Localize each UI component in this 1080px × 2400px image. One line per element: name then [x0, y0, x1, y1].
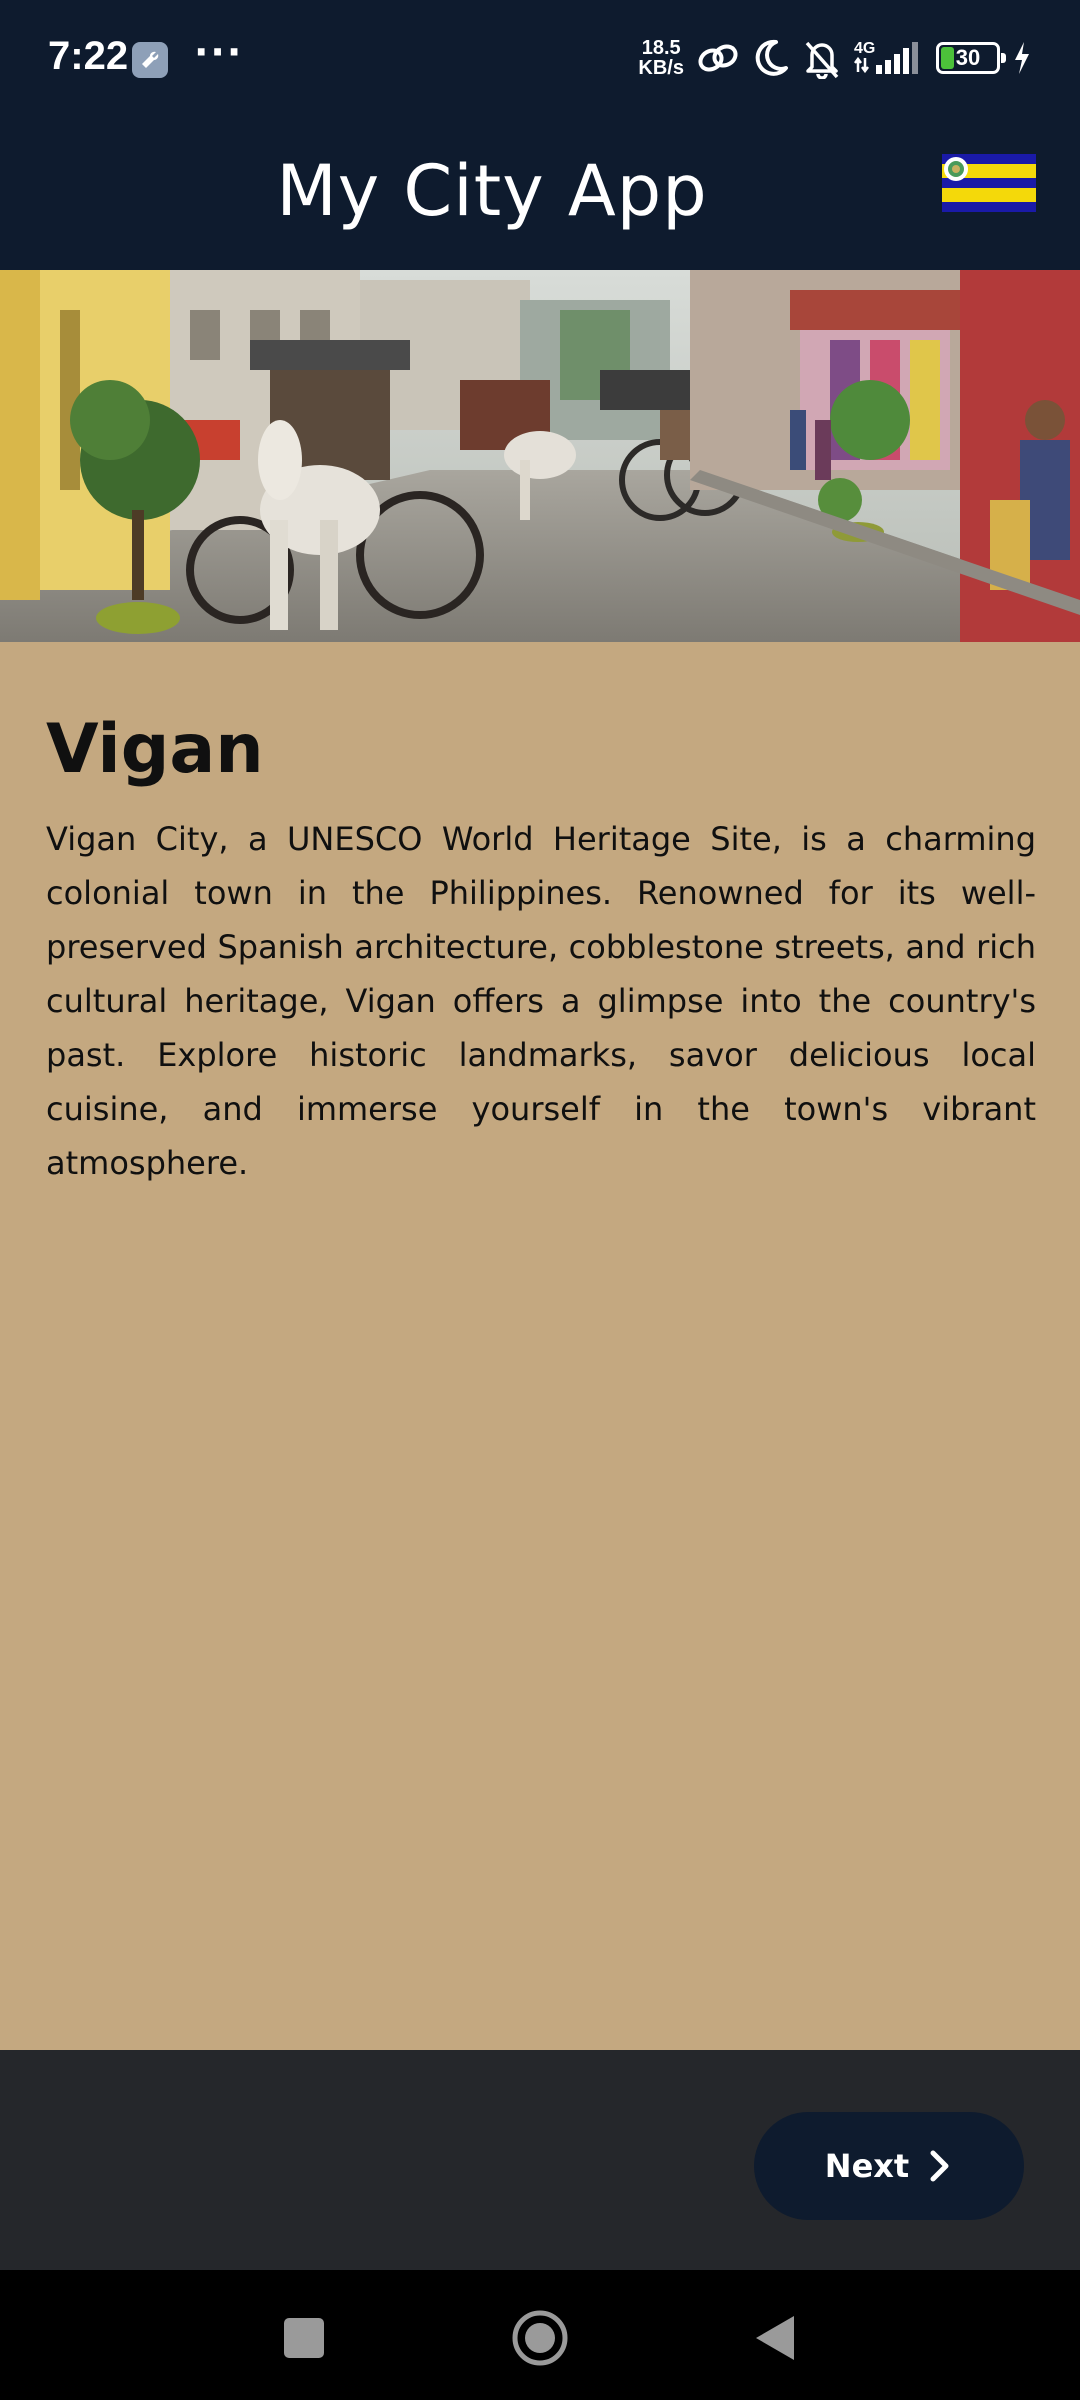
city-name: Vigan: [46, 710, 264, 789]
vigan-street-photo: [0, 270, 1080, 642]
back-triangle-icon[interactable]: [744, 2306, 808, 2370]
battery-icon: 30: [936, 42, 1006, 74]
charging-bolt-icon: [1015, 42, 1029, 74]
battery-level: 30: [955, 45, 981, 70]
status-icons: 18.5 KB/s 4G 30: [638, 36, 1032, 80]
recents-square-icon[interactable]: [272, 2306, 336, 2370]
vigan-flag-icon[interactable]: [942, 154, 1036, 212]
city-description: Vigan City, a UNESCO World Heritage Site…: [46, 820, 1036, 1182]
hero-image: [0, 270, 1080, 642]
hotspot-link-icon: [698, 44, 738, 72]
home-circle-icon[interactable]: [508, 2306, 572, 2370]
wrench-icon: [132, 42, 168, 78]
chevron-right-icon: [930, 2150, 949, 2182]
bottom-bar: Next: [0, 2050, 1080, 2270]
more-notifications-icon: ···: [194, 30, 244, 74]
network-type: 4G: [854, 40, 875, 57]
signal-4g-icon: 4G: [854, 40, 918, 74]
do-not-disturb-moon-icon: [755, 39, 788, 76]
status-time: 7:22: [48, 34, 129, 78]
app-title: My City App: [276, 150, 708, 232]
silent-bell-icon: [805, 41, 839, 79]
next-button[interactable]: Next: [754, 2112, 1024, 2220]
net-speed-unit: KB/s: [638, 57, 684, 79]
net-speed: 18.5 KB/s: [638, 38, 684, 78]
status-bar: 7:22 ··· 18.5 KB/s 4G 30: [0, 0, 1080, 120]
system-nav-bar: [0, 2270, 1080, 2400]
app-bar: My City App: [0, 120, 1080, 270]
battery-fill: [941, 47, 955, 69]
city-detail: Vigan Vigan City, a UNESCO World Heritag…: [0, 642, 1080, 2050]
net-speed-value: 18.5: [641, 37, 681, 59]
next-label: Next: [824, 2147, 910, 2185]
